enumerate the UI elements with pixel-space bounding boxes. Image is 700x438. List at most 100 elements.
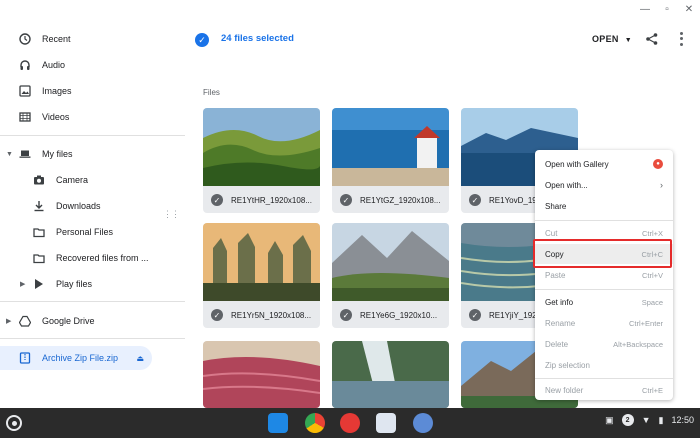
close-icon[interactable]: ✕ bbox=[684, 4, 694, 15]
file-tile[interactable] bbox=[203, 341, 320, 408]
sidebar-item-label: Images bbox=[42, 86, 72, 96]
files-app-icon[interactable] bbox=[268, 413, 288, 433]
share-icon[interactable] bbox=[645, 32, 659, 46]
toolbar: ✓ 24 files selected OPEN ▼ bbox=[185, 24, 700, 56]
selected-check-icon[interactable]: ✓ bbox=[469, 309, 481, 321]
menu-item-open-with[interactable]: Open with... › bbox=[535, 175, 673, 195]
status-tray[interactable]: ▣ 2 ▼ ▮ 12:50 bbox=[605, 414, 694, 426]
selection-count: 24 files selected bbox=[221, 33, 294, 44]
menu-divider bbox=[535, 220, 673, 221]
selected-check-icon[interactable]: ✓ bbox=[340, 194, 352, 206]
chevron-right-icon: › bbox=[660, 180, 663, 190]
menu-item-shortcut: Alt+Backspace bbox=[613, 339, 663, 349]
download-icon bbox=[32, 199, 46, 213]
sidebar-item-google-drive[interactable]: ▶ Google Drive bbox=[0, 309, 160, 333]
youtube-music-icon[interactable] bbox=[340, 413, 360, 433]
sidebar-item-label: My files bbox=[42, 149, 73, 159]
sidebar-item-videos[interactable]: Videos bbox=[0, 105, 160, 129]
file-tile[interactable] bbox=[332, 341, 449, 408]
eject-icon[interactable]: ⏏ bbox=[136, 354, 144, 363]
folder-icon bbox=[32, 251, 46, 265]
menu-item-zip-selection[interactable]: Zip selection bbox=[535, 355, 673, 375]
file-name: RE1YtGZ_1920x108... bbox=[360, 195, 441, 205]
launcher-icon[interactable] bbox=[6, 415, 22, 431]
menu-item-get-info[interactable]: Get info Space bbox=[535, 292, 673, 312]
menu-item-new-folder[interactable]: New folder Ctrl+E bbox=[535, 380, 673, 400]
menu-item-label: New folder bbox=[545, 385, 584, 395]
sidebar-item-label: Downloads bbox=[56, 201, 101, 211]
selection-check-icon[interactable]: ✓ bbox=[195, 33, 209, 47]
context-menu: Open with Gallery ● Open with... › Share… bbox=[535, 150, 673, 400]
sidebar-item-label: Google Drive bbox=[42, 316, 95, 326]
sidebar-item-label: Videos bbox=[42, 112, 70, 122]
open-button[interactable]: OPEN ▼ bbox=[592, 34, 632, 44]
sidebar-divider bbox=[0, 301, 185, 302]
camera-icon bbox=[32, 173, 46, 187]
thumbnail-image bbox=[203, 223, 320, 301]
collapse-caret-icon[interactable]: ▼ bbox=[6, 151, 13, 158]
file-tile[interactable]: ✓ RE1YtHR_1920x108... bbox=[203, 108, 320, 213]
sidebar-item-recent[interactable]: Recent bbox=[0, 27, 160, 51]
sidebar-item-downloads[interactable]: Downloads bbox=[0, 194, 160, 218]
tools-app-icon[interactable] bbox=[376, 413, 396, 433]
menu-divider bbox=[535, 378, 673, 379]
sidebar-divider bbox=[0, 135, 185, 136]
laptop-icon bbox=[18, 147, 32, 161]
file-tile[interactable]: ✓ RE1Yr5N_1920x108... bbox=[203, 223, 320, 328]
sidebar-item-recovered-files[interactable]: Recovered files from ... bbox=[0, 246, 160, 270]
sidebar-item-archive[interactable]: Archive Zip File.zip ⏏ bbox=[0, 346, 152, 370]
sidebar-item-label: Recovered files from ... bbox=[56, 253, 149, 263]
clipboard-icon[interactable]: ▣ bbox=[605, 415, 614, 426]
sidebar-item-my-files[interactable]: ▼ My files bbox=[0, 142, 160, 166]
more-options-icon[interactable] bbox=[675, 31, 687, 47]
selected-check-icon[interactable]: ✓ bbox=[340, 309, 352, 321]
file-name: RE1Yr5N_1920x108... bbox=[231, 310, 312, 320]
sidebar-item-play-files[interactable]: ▶ Play files bbox=[0, 272, 160, 296]
sidebar-item-camera[interactable]: Camera bbox=[0, 168, 160, 192]
window-controls: — ▫ ✕ bbox=[640, 4, 694, 15]
folder-icon bbox=[32, 225, 46, 239]
sidebar-item-images[interactable]: Images bbox=[0, 79, 160, 103]
drive-icon bbox=[18, 314, 32, 328]
menu-item-label: Share bbox=[545, 201, 567, 211]
menu-item-delete[interactable]: Delete Alt+Backspace bbox=[535, 334, 673, 354]
menu-item-label: Open with Gallery bbox=[545, 159, 609, 169]
menu-item-paste[interactable]: Paste Ctrl+V bbox=[535, 265, 673, 285]
file-tile[interactable]: ✓ RE1YtGZ_1920x108... bbox=[332, 108, 449, 213]
menu-item-shortcut: Ctrl+X bbox=[641, 228, 663, 238]
menu-item-shortcut: Ctrl+E bbox=[641, 385, 663, 395]
sidebar: Recent Audio Images Videos ▼ My files Ca… bbox=[0, 24, 185, 408]
expand-caret-icon[interactable]: ▶ bbox=[6, 317, 11, 325]
minimize-icon[interactable]: — bbox=[640, 4, 650, 15]
menu-item-open-with-gallery[interactable]: Open with Gallery ● bbox=[535, 154, 673, 174]
settings-icon[interactable] bbox=[413, 413, 433, 433]
selected-check-icon[interactable]: ✓ bbox=[469, 194, 481, 206]
thumbnail-image bbox=[332, 341, 449, 408]
sidebar-item-label: Camera bbox=[56, 175, 89, 185]
menu-item-label: Paste bbox=[545, 270, 566, 280]
menu-item-label: Delete bbox=[545, 339, 569, 349]
clock-icon bbox=[18, 32, 32, 46]
expand-caret-icon[interactable]: ▶ bbox=[20, 280, 25, 288]
play-store-icon bbox=[32, 277, 46, 291]
menu-item-rename[interactable]: Rename Ctrl+Enter bbox=[535, 313, 673, 333]
sidebar-item-personal-files[interactable]: Personal Files bbox=[0, 220, 160, 244]
resize-handle-icon[interactable]: ⋮⋮ bbox=[163, 209, 180, 220]
selected-check-icon[interactable]: ✓ bbox=[211, 309, 223, 321]
thumbnail-image bbox=[203, 108, 320, 186]
clock[interactable]: 12:50 bbox=[671, 415, 694, 425]
sidebar-item-audio[interactable]: Audio bbox=[0, 53, 160, 77]
thumbnail-image bbox=[332, 223, 449, 301]
sidebar-item-label: Audio bbox=[42, 60, 66, 70]
archive-icon bbox=[18, 351, 32, 365]
chrome-icon[interactable] bbox=[305, 413, 325, 433]
restore-icon[interactable]: ▫ bbox=[662, 4, 672, 15]
menu-item-shortcut: Ctrl+Enter bbox=[629, 318, 663, 328]
files-section-label: Files bbox=[203, 88, 220, 97]
menu-item-share[interactable]: Share bbox=[535, 196, 673, 216]
notification-badge[interactable]: 2 bbox=[621, 414, 634, 426]
thumbnail-image bbox=[203, 341, 320, 408]
file-tile[interactable]: ✓ RE1Ye6G_1920x10... bbox=[332, 223, 449, 328]
selected-check-icon[interactable]: ✓ bbox=[211, 194, 223, 206]
menu-divider bbox=[535, 289, 673, 290]
